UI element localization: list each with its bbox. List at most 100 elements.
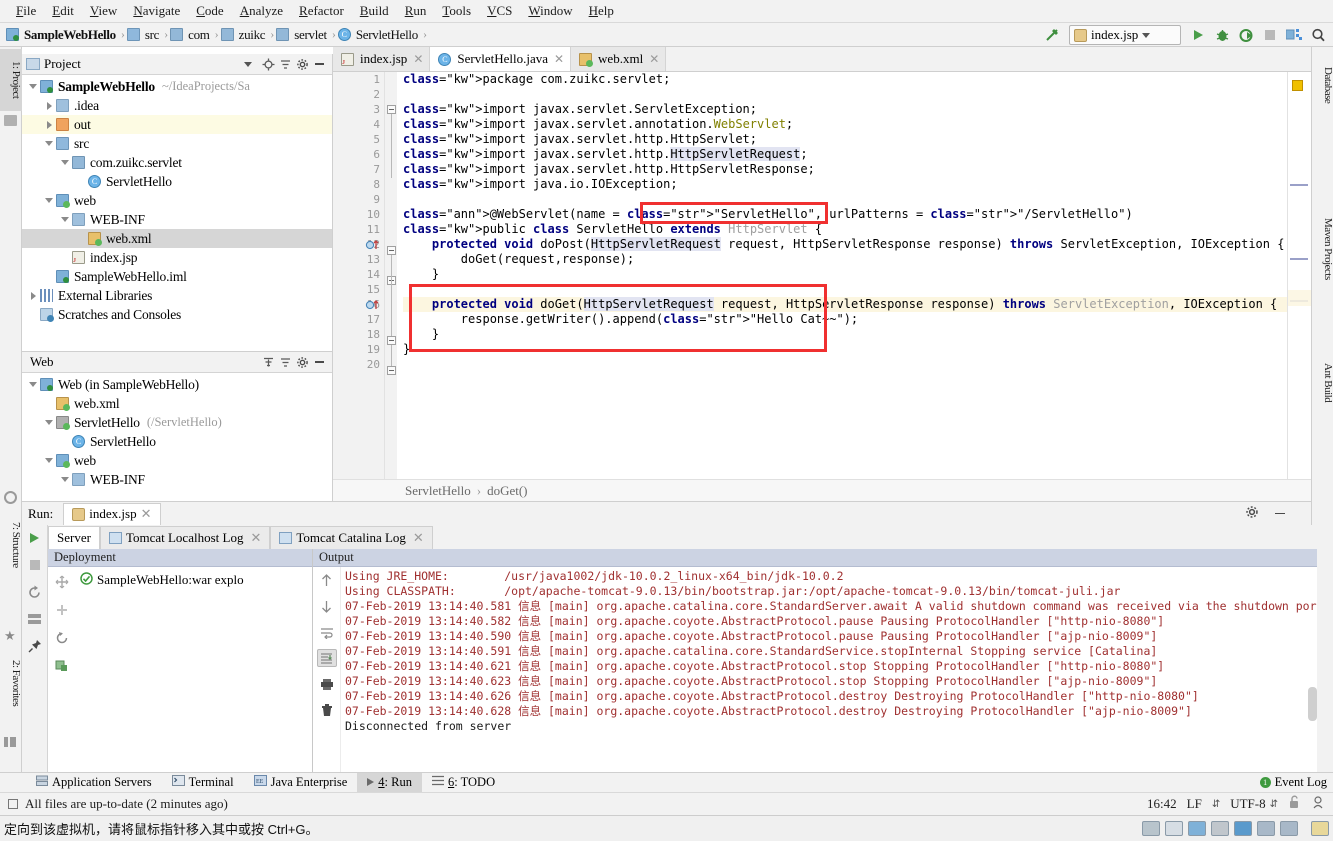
gear-icon[interactable] — [1245, 505, 1259, 523]
breadcrumb-item-servlethello[interactable]: C ServletHello › — [337, 27, 429, 43]
menu-item-navigate[interactable]: Navigate — [125, 1, 188, 21]
menu-item-help[interactable]: Help — [581, 1, 622, 21]
run-subtab-server[interactable]: Server — [48, 526, 100, 549]
editor-gutter[interactable]: 1234567891011121314151617181920 — [333, 72, 385, 479]
thread-dump-icon[interactable] — [25, 610, 45, 628]
menu-item-file[interactable]: File — [8, 1, 44, 21]
chevron-right-icon[interactable] — [42, 101, 56, 110]
tree-node-web-xml[interactable]: web.xml — [22, 394, 332, 413]
breadcrumb-item-zuikc[interactable]: zuikc › — [220, 27, 277, 43]
expand-all-icon[interactable] — [260, 354, 277, 371]
fold-marker[interactable] — [387, 366, 396, 375]
breadcrumb-item-samplewebhello[interactable]: SampleWebHello › — [6, 27, 127, 43]
tree-node-web-inf[interactable]: WEB-INF — [22, 470, 332, 489]
code-line[interactable]: class="kw">import java.io.IOException; — [403, 177, 1287, 192]
chevron-down-icon[interactable] — [42, 141, 56, 146]
hector-icon[interactable] — [1311, 795, 1325, 813]
chevron-down-icon[interactable] — [244, 61, 252, 67]
status-time[interactable]: 16:42 — [1147, 796, 1177, 812]
connect-icon[interactable] — [52, 573, 72, 591]
strip-item-project[interactable]: 1: Project — [0, 49, 22, 111]
tree-node-servlethello[interactable]: ServletHello (/ServletHello) — [22, 413, 332, 432]
editor-tab-index-jsp[interactable]: index.jsp✕ — [333, 47, 431, 71]
tree-node-out[interactable]: out — [22, 115, 332, 134]
restart-icon[interactable] — [25, 583, 45, 601]
strip-item-favorites[interactable]: 2: Favorites — [0, 647, 22, 719]
tree-node-samplewebhello[interactable]: SampleWebHello ~/IdeaProjects/Sa — [22, 77, 332, 96]
toolwindow-button-4-run[interactable]: 4: Run — [357, 773, 422, 792]
fold-marker[interactable] — [387, 246, 396, 255]
code-line[interactable] — [403, 192, 1287, 207]
tree-node-scratches-and-consoles[interactable]: Scratches and Consoles — [22, 305, 332, 324]
close-icon[interactable]: ✕ — [247, 530, 261, 546]
printer-icon[interactable] — [1211, 821, 1229, 836]
code-line[interactable]: protected void doGet(HttpServletRequest … — [403, 297, 1287, 312]
locate-icon[interactable] — [260, 56, 277, 73]
status-encoding[interactable]: UTF-8 — [1230, 796, 1265, 812]
tree-node-external-libraries[interactable]: External Libraries — [22, 286, 332, 305]
chevron-down-icon[interactable] — [58, 477, 72, 482]
unlocked-icon[interactable] — [1288, 795, 1301, 813]
chevron-down-icon[interactable] — [42, 458, 56, 463]
cd-icon[interactable] — [1165, 821, 1183, 836]
chevron-down-icon[interactable] — [58, 217, 72, 222]
menu-item-edit[interactable]: Edit — [44, 1, 82, 21]
project-structure-icon[interactable] — [1283, 25, 1305, 45]
hide-icon[interactable] — [1275, 512, 1285, 515]
code-line[interactable]: class="kw">import javax.servlet.annotati… — [403, 117, 1287, 132]
menu-item-analyze[interactable]: Analyze — [232, 1, 291, 21]
tree-node-web-in-samplewebhello-[interactable]: Web (in SampleWebHello) — [22, 375, 332, 394]
toolwindow-button-java-enterprise[interactable]: EE Java Enterprise — [244, 773, 358, 792]
code-line[interactable]: class="kw">import javax.servlet.http.Htt… — [403, 147, 1287, 162]
hide-icon[interactable] — [311, 56, 328, 73]
update-icon[interactable] — [52, 657, 72, 675]
override-method-gutter-icon[interactable] — [365, 297, 381, 312]
chevron-right-icon[interactable] — [26, 291, 40, 300]
soft-wrap-icon[interactable] — [317, 623, 337, 641]
code-line[interactable]: response.getWriter().append(class="str">… — [403, 312, 1287, 327]
chevron-down-icon[interactable] — [1142, 32, 1151, 38]
collapse-all-icon[interactable] — [277, 354, 294, 371]
usb-icon[interactable] — [1257, 821, 1275, 836]
close-icon[interactable]: ✕ — [410, 530, 424, 546]
print-icon[interactable] — [317, 675, 337, 693]
hammer-build-icon[interactable] — [1041, 25, 1063, 45]
close-icon[interactable]: ✕ — [552, 52, 564, 67]
run-with-coverage-icon[interactable] — [1235, 25, 1257, 45]
editor-marker-bar[interactable] — [1287, 72, 1311, 479]
chevron-down-icon[interactable] — [26, 84, 40, 89]
fold-column[interactable] — [385, 72, 397, 479]
chevron-down-icon[interactable] — [42, 420, 56, 425]
chevron-down-icon[interactable] — [26, 382, 40, 387]
menu-item-run[interactable]: Run — [397, 1, 435, 21]
run-configuration-selector[interactable]: index.jsp — [1069, 25, 1181, 45]
deployment-item[interactable]: SampleWebHello:war explo — [76, 571, 312, 589]
code-line[interactable]: protected void doPost(HttpServletRequest… — [403, 237, 1287, 252]
code-line[interactable] — [403, 282, 1287, 297]
rerun-icon[interactable] — [25, 529, 45, 547]
code-line[interactable]: class="kw">public class ServletHello ext… — [403, 222, 1287, 237]
code-line[interactable]: class="kw">import javax.servlet.ServletE… — [403, 102, 1287, 117]
menu-item-vcs[interactable]: VCS — [479, 1, 520, 21]
breadcrumb-method[interactable]: doGet() — [487, 483, 527, 499]
search-everywhere-icon[interactable] — [1307, 25, 1329, 45]
code-line[interactable]: doGet(request,response); — [403, 252, 1287, 267]
tree-node-web[interactable]: web — [22, 191, 332, 210]
tree-node-web-xml[interactable]: web.xml — [22, 229, 332, 248]
hide-icon[interactable] — [311, 354, 328, 371]
tree-node--idea[interactable]: .idea — [22, 96, 332, 115]
collapse-all-icon[interactable] — [277, 56, 294, 73]
run-config-tab[interactable]: index.jsp ✕ — [63, 502, 161, 525]
strip-item-maven[interactable]: Maven Projects — [1312, 197, 1333, 301]
code-line[interactable] — [403, 87, 1287, 102]
tree-node-index-jsp[interactable]: index.jsp — [22, 248, 332, 267]
fold-marker[interactable] — [387, 336, 396, 345]
code-text[interactable]: class="kw">package com.zuikc.servlet; cla… — [397, 72, 1287, 479]
close-icon[interactable]: ✕ — [647, 52, 659, 67]
disconnect-icon[interactable] — [52, 601, 72, 619]
close-icon[interactable]: ✕ — [141, 506, 152, 522]
debug-icon[interactable] — [1211, 25, 1233, 45]
pin-icon[interactable] — [25, 637, 45, 655]
folder-share-icon[interactable] — [1311, 821, 1329, 836]
code-line[interactable]: class="kw">package com.zuikc.servlet; — [403, 72, 1287, 87]
